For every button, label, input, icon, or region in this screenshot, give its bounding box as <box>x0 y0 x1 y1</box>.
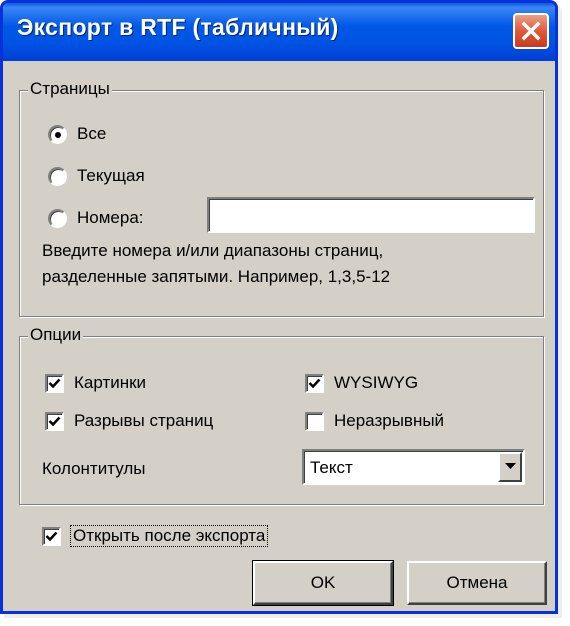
checkbox-open-after-export-label: Открыть после экспорта <box>69 525 269 547</box>
pages-group: Страницы Все Текущая Номера: Введите ном… <box>19 79 544 317</box>
checkbox-open-after-export-box[interactable] <box>42 526 61 546</box>
radio-current-button[interactable] <box>48 166 67 186</box>
pages-legend: Страницы <box>28 79 112 99</box>
radio-current-label: Текущая <box>77 166 145 185</box>
checkbox-open-after-export[interactable]: Открыть после экспорта <box>42 525 269 547</box>
check-icon <box>45 531 58 541</box>
headers-label: Колонтитулы <box>42 459 146 478</box>
chevron-down-icon <box>505 463 516 469</box>
options-legend: Опции <box>28 325 84 345</box>
close-icon <box>521 21 541 41</box>
radio-numbers-label: Номера: <box>77 208 144 227</box>
radio-all[interactable]: Все <box>48 124 106 144</box>
radio-numbers-button[interactable] <box>48 208 67 228</box>
checkbox-page-breaks-label: Разрывы страниц <box>74 411 214 430</box>
checkbox-wysiwyg[interactable]: WYSIWYG <box>305 373 418 393</box>
checkbox-wysiwyg-label: WYSIWYG <box>334 373 419 392</box>
pages-help-line-2: разделенные запятыми. Например, 1,3,5-12 <box>42 267 391 286</box>
checkbox-pictures[interactable]: Картинки <box>45 373 146 393</box>
checkbox-page-breaks-box[interactable] <box>45 411 64 431</box>
pages-help-line-1: Введите номера и/или диапазоны страниц, <box>42 241 384 260</box>
checkbox-pictures-label: Картинки <box>74 373 147 392</box>
headers-dropdown-button[interactable] <box>498 452 522 482</box>
cancel-button[interactable]: Отмена <box>407 561 547 605</box>
close-button[interactable] <box>513 13 549 49</box>
checkbox-continuous-box[interactable] <box>305 411 324 431</box>
checkbox-wysiwyg-box[interactable] <box>305 373 324 393</box>
window-title: Экспорт в RTF (табличный) <box>17 14 339 40</box>
export-rtf-dialog: Экспорт в RTF (табличный) Страницы Все Т… <box>0 0 558 614</box>
title-bar[interactable]: Экспорт в RTF (табличный) <box>3 3 555 61</box>
options-group: Опции Картинки Разрывы страниц WYSIWYG Н… <box>19 325 544 505</box>
pages-help-text: Введите номера и/или диапазоны страниц, … <box>42 238 390 290</box>
radio-current[interactable]: Текущая <box>48 166 145 186</box>
checkbox-page-breaks[interactable]: Разрывы страниц <box>45 411 213 431</box>
radio-all-label: Все <box>77 124 107 143</box>
check-icon <box>48 378 61 388</box>
checkbox-continuous-label: Неразрывный <box>334 411 445 430</box>
check-icon <box>308 378 321 388</box>
checkbox-continuous[interactable]: Неразрывный <box>305 411 444 431</box>
check-icon <box>48 416 61 426</box>
radio-numbers[interactable]: Номера: <box>48 208 144 228</box>
headers-select[interactable]: Текст <box>302 449 525 485</box>
ok-button[interactable]: OK <box>252 560 394 606</box>
radio-all-button[interactable] <box>48 124 67 144</box>
headers-select-value: Текст <box>310 458 353 477</box>
checkbox-pictures-box[interactable] <box>45 373 64 393</box>
page-numbers-input[interactable] <box>207 197 535 233</box>
